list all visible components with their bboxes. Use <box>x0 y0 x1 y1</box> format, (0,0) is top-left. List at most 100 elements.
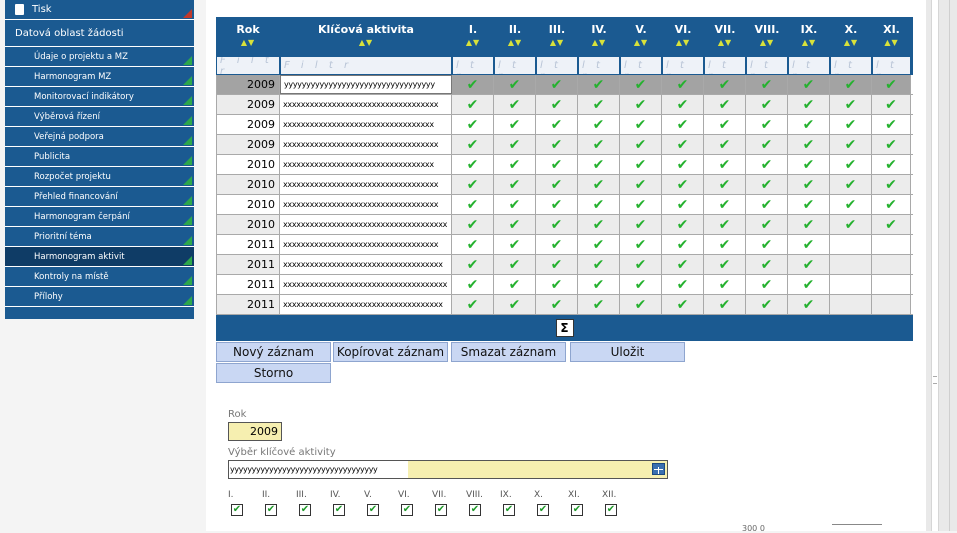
month-cell[interactable]: ✔ <box>662 115 704 134</box>
month-cell[interactable]: ✔ <box>578 295 620 314</box>
table-row[interactable]: 2010 xxxxxxxxxxxxxxxxxxxxxxxxxxxxxxxxxxx ✔… <box>216 195 913 215</box>
sort-arrows-icon[interactable]: ▲▼ <box>676 38 690 47</box>
month-checkbox[interactable]: ✔ <box>435 504 447 516</box>
column-header[interactable]: Rok ▲▼ <box>216 17 280 56</box>
month-cell[interactable]: ✔ <box>872 95 911 114</box>
month-checkbox[interactable]: ✔ <box>469 504 481 516</box>
sort-arrows-icon[interactable]: ▲▼ <box>760 38 774 47</box>
sidebar-item[interactable]: Výběrová řízení <box>5 107 194 127</box>
month-cell[interactable]: ✔ <box>788 195 830 214</box>
month-cell[interactable]: ✔ <box>788 255 830 274</box>
month-cell[interactable]: ✔ <box>704 115 746 134</box>
sidebar-item[interactable]: Harmonogram MZ <box>5 67 194 87</box>
month-checkbox[interactable]: ✔ <box>367 504 379 516</box>
month-cell[interactable]: ✔ <box>620 115 662 134</box>
month-cell[interactable]: ✔ <box>788 175 830 194</box>
month-cell[interactable]: ✔ <box>788 115 830 134</box>
activity-select[interactable]: yyyyyyyyyyyyyyyyyyyyyyyyyyyyyyyyyy <box>228 460 668 479</box>
month-checkbox[interactable]: ✔ <box>299 504 311 516</box>
month-cell[interactable]: ✔ <box>620 235 662 254</box>
scrollbar-track[interactable] <box>931 0 939 531</box>
month-cell[interactable]: ✔ <box>704 75 746 94</box>
month-cell[interactable]: ✔ <box>746 155 788 174</box>
sort-arrows-icon[interactable]: ▲▼ <box>466 38 480 47</box>
month-checkbox[interactable]: ✔ <box>265 504 277 516</box>
sidebar-item[interactable]: Harmonogram čerpání <box>5 207 194 227</box>
month-cell[interactable]: ✔ <box>620 175 662 194</box>
month-cell[interactable]: ✔ <box>788 155 830 174</box>
sum-button[interactable]: Σ <box>555 319 574 337</box>
month-cell[interactable]: ✔ <box>494 295 536 314</box>
month-cell[interactable]: ✔ <box>620 95 662 114</box>
month-cell[interactable]: ✔ <box>662 295 704 314</box>
sidebar-item[interactable]: Prioritní téma <box>5 227 194 247</box>
table-row[interactable]: 2009 xxxxxxxxxxxxxxxxxxxxxxxxxxxxxxxxxxx ✔… <box>216 135 913 155</box>
month-cell[interactable]: ✔ <box>578 235 620 254</box>
month-cell[interactable]: ✔ <box>578 135 620 154</box>
month-cell[interactable]: ✔ <box>494 275 536 294</box>
month-cell[interactable]: ✔ <box>704 275 746 294</box>
sort-arrows-icon[interactable]: ▲▼ <box>634 38 648 47</box>
column-header[interactable]: I. ▲▼ <box>452 17 494 56</box>
month-cell[interactable]: ✔ <box>746 75 788 94</box>
column-header[interactable]: IV. ▲▼ <box>578 17 620 56</box>
month-cell[interactable]: ✔ <box>578 155 620 174</box>
sidebar-item[interactable]: Údaje o projektu a MZ <box>5 47 194 67</box>
month-cell[interactable]: ✔ <box>830 75 872 94</box>
month-cell[interactable]: ✔ <box>536 295 578 314</box>
month-cell[interactable]: ✔ <box>452 255 494 274</box>
month-checkbox[interactable]: ✔ <box>231 504 243 516</box>
month-cell[interactable]: ✔ <box>746 255 788 274</box>
month-cell[interactable]: ✔ <box>872 115 911 134</box>
month-checkbox[interactable]: ✔ <box>605 504 617 516</box>
month-cell[interactable]: ✔ <box>620 195 662 214</box>
month-cell[interactable]: ✔ <box>704 235 746 254</box>
cancel-button[interactable]: Storno <box>216 363 331 383</box>
month-cell[interactable]: ✔ <box>830 155 872 174</box>
month-checkbox[interactable]: ✔ <box>571 504 583 516</box>
month-cell[interactable]: ✔ <box>536 115 578 134</box>
month-cell[interactable]: ✔ <box>746 195 788 214</box>
table-row[interactable]: 2011 xxxxxxxxxxxxxxxxxxxxxxxxxxxxxxxxxxxx… <box>216 275 913 295</box>
month-cell[interactable]: ✔ <box>704 295 746 314</box>
month-cell[interactable]: ✔ <box>452 75 494 94</box>
table-row[interactable]: 2010 xxxxxxxxxxxxxxxxxxxxxxxxxxxxxxxxxxx ✔… <box>216 175 913 195</box>
month-cell[interactable]: ✔ <box>494 75 536 94</box>
table-row[interactable]: 2009 yyyyyyyyyyyyyyyyyyyyyyyyyyyyyyyyyy ✔ ✔… <box>216 75 913 95</box>
sidebar-item[interactable]: Kontroly na místě <box>5 267 194 287</box>
month-cell[interactable]: ✔ <box>788 135 830 154</box>
scrollbar-area[interactable] <box>926 0 957 531</box>
month-cell[interactable] <box>830 295 872 314</box>
column-header[interactable]: Klíčová aktivita ▲▼ <box>280 17 452 56</box>
month-cell[interactable]: ✔ <box>746 175 788 194</box>
table-row[interactable]: 2011 xxxxxxxxxxxxxxxxxxxxxxxxxxxxxxxxxxxx… <box>216 255 913 275</box>
month-cell[interactable]: ✔ <box>536 235 578 254</box>
month-cell[interactable]: ✔ <box>494 175 536 194</box>
month-cell[interactable]: ✔ <box>494 215 536 234</box>
month-cell[interactable]: ✔ <box>620 155 662 174</box>
month-cell[interactable] <box>872 275 911 294</box>
table-row[interactable]: 2009 xxxxxxxxxxxxxxxxxxxxxxxxxxxxxxxxxx ✔ ✔… <box>216 115 913 135</box>
month-cell[interactable] <box>872 235 911 254</box>
table-row[interactable]: 2010 xxxxxxxxxxxxxxxxxxxxxxxxxxxxxxxxxx ✔ ✔… <box>216 155 913 175</box>
month-cell[interactable]: ✔ <box>494 195 536 214</box>
month-cell[interactable]: ✔ <box>704 215 746 234</box>
month-cell[interactable]: ✔ <box>830 135 872 154</box>
month-cell[interactable]: ✔ <box>452 195 494 214</box>
column-header[interactable]: III. ▲▼ <box>536 17 578 56</box>
filter-input[interactable]: F i l t r <box>789 57 829 74</box>
month-cell[interactable]: ✔ <box>536 175 578 194</box>
month-cell[interactable]: ✔ <box>704 135 746 154</box>
copy-record-button[interactable]: Kopírovat záznam <box>333 342 448 362</box>
table-row[interactable]: 2011 xxxxxxxxxxxxxxxxxxxxxxxxxxxxxxxxxxxx… <box>216 295 913 315</box>
month-cell[interactable]: ✔ <box>830 95 872 114</box>
sidebar-item[interactable]: Rozpočet projektu <box>5 167 194 187</box>
month-cell[interactable]: ✔ <box>746 135 788 154</box>
month-cell[interactable]: ✔ <box>830 115 872 134</box>
month-cell[interactable]: ✔ <box>746 275 788 294</box>
month-checkbox[interactable]: ✔ <box>333 504 345 516</box>
new-record-button[interactable]: Nový záznam <box>216 342 331 362</box>
month-cell[interactable]: ✔ <box>746 115 788 134</box>
sort-arrows-icon[interactable]: ▲▼ <box>359 38 373 47</box>
month-cell[interactable]: ✔ <box>662 155 704 174</box>
